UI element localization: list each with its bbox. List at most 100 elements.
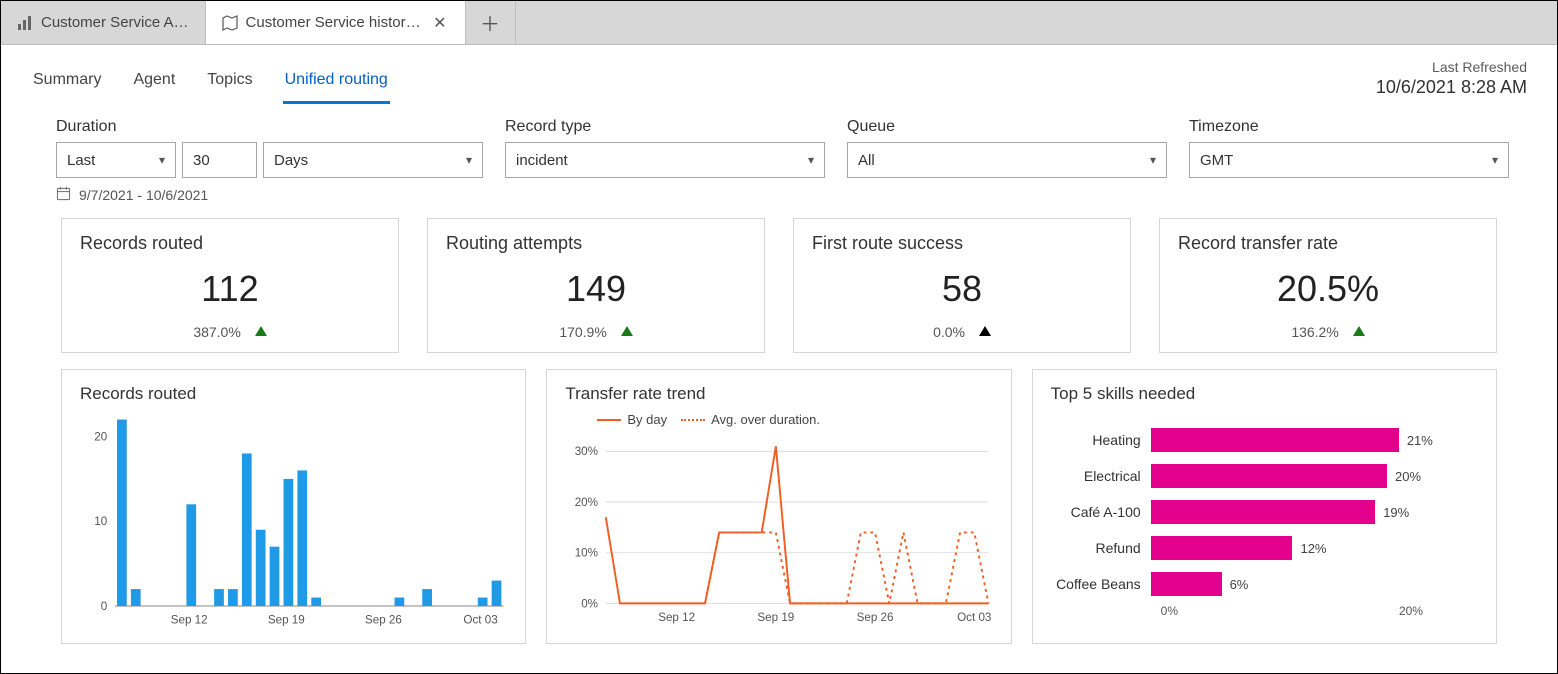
calendar-icon [56,186,71,204]
svg-text:Sep 26: Sep 26 [857,611,894,624]
nav-topics[interactable]: Topics [205,65,254,104]
filter-label: Timezone [1189,118,1509,136]
skill-value: 12% [1292,541,1326,556]
select-value: GMT [1200,152,1233,169]
select-value: incident [516,152,568,169]
last-refreshed-label: Last Refreshed [1376,59,1527,75]
skill-row: Coffee Beans 6% [1051,572,1478,596]
svg-text:10%: 10% [575,547,598,560]
tab-active[interactable]: Customer Service historic… ✕ [206,1,466,44]
svg-text:Sep 26: Sep 26 [365,614,402,627]
svg-text:10: 10 [94,515,107,528]
panel-records-routed-chart: Records routed 0 10 20 Sep 12 Sep 19 Sep 26 Oc… [61,369,526,644]
card-delta: 0.0% [812,324,1112,340]
panel-top-skills: Top 5 skills needed Heating 21% Electrical… [1032,369,1497,644]
skill-row: Heating 21% [1051,428,1478,452]
svg-text:Sep 19: Sep 19 [758,611,795,624]
skill-value: 20% [1387,469,1421,484]
duration-unit-select[interactable]: Days ▾ [263,142,483,178]
line-dotted-icon [681,419,705,421]
skill-label: Heating [1051,432,1151,448]
select-value: Last [67,152,95,169]
analytics-icon [17,15,33,31]
chevron-down-icon: ▾ [1492,153,1498,167]
tab-label: Customer Service A… [41,14,189,31]
chevron-down-icon: ▾ [466,153,472,167]
skill-bar [1151,428,1399,452]
filter-timezone: Timezone GMT ▾ [1189,118,1509,178]
skill-label: Café A-100 [1051,504,1151,520]
skill-value: 6% [1222,577,1249,592]
window-tabstrip: Customer Service A… Customer Service his… [1,1,1557,45]
card-title: Routing attempts [446,233,746,254]
trend-up-icon [979,326,991,336]
trend-up-icon [1353,326,1365,336]
skill-bar [1151,500,1376,524]
record-type-select[interactable]: incident ▾ [505,142,825,178]
nav-agent[interactable]: Agent [131,65,177,104]
svg-text:20: 20 [94,430,107,443]
svg-text:Sep 12: Sep 12 [659,611,696,624]
date-range: 9/7/2021 - 10/6/2021 [1,178,1557,204]
kpi-routing-attempts: Routing attempts 149 170.9% [427,218,765,353]
filter-queue: Queue All ▾ [847,118,1167,178]
queue-select[interactable]: All ▾ [847,142,1167,178]
skills-bar-chart: Heating21%Electrical20%Café A-10019%Refu… [1051,412,1478,596]
kpi-record-transfer-rate: Record transfer rate 20.5% 136.2% [1159,218,1497,353]
skill-value: 19% [1375,505,1409,520]
skill-label: Coffee Beans [1051,576,1151,592]
filter-label: Record type [505,118,825,136]
trend-up-icon [621,326,633,336]
svg-text:0%: 0% [582,597,599,610]
axis-tick: 0% [1161,604,1178,618]
select-value: Days [274,152,308,169]
card-title: First route success [812,233,1112,254]
card-value: 20.5% [1178,268,1478,310]
card-value: 58 [812,268,1112,310]
skill-value: 21% [1399,433,1433,448]
line-solid-icon [597,419,621,421]
filter-label: Queue [847,118,1167,136]
skill-row: Café A-100 19% [1051,500,1478,524]
skill-bar [1151,464,1387,488]
new-tab-button[interactable]: ＋ [466,1,516,44]
kpi-first-route-success: First route success 58 0.0% [793,218,1131,353]
svg-text:Sep 12: Sep 12 [171,614,208,627]
chevron-down-icon: ▾ [1150,153,1156,167]
date-range-text: 9/7/2021 - 10/6/2021 [79,187,208,203]
tab-inactive[interactable]: Customer Service A… [1,1,206,44]
duration-mode-select[interactable]: Last ▾ [56,142,176,178]
nav-unified-routing[interactable]: Unified routing [283,65,390,104]
filter-record-type: Record type incident ▾ [505,118,825,178]
panel-title: Top 5 skills needed [1051,384,1478,404]
svg-text:0: 0 [101,600,108,613]
kpi-records-routed: Records routed 112 387.0% [61,218,399,353]
filter-label: Duration [56,118,483,136]
close-icon[interactable]: ✕ [431,13,448,33]
panel-title: Transfer rate trend [565,384,992,404]
chevron-down-icon: ▾ [159,153,165,167]
legend-item-by-day: By day [597,412,667,427]
timezone-select[interactable]: GMT ▾ [1189,142,1509,178]
axis-tick: 20% [1399,604,1423,618]
svg-text:20%: 20% [575,496,598,509]
trend-up-icon [255,326,267,336]
filter-duration: Duration Last ▾ 30 Days ▾ [56,118,483,178]
select-value: 30 [193,152,210,169]
svg-text:Sep 19: Sep 19 [268,614,305,627]
chevron-down-icon: ▾ [808,153,814,167]
last-refreshed-value: 10/6/2021 8:28 AM [1376,77,1527,98]
last-refreshed: Last Refreshed 10/6/2021 8:28 AM [1376,59,1527,104]
card-delta: 170.9% [446,324,746,340]
duration-num-input[interactable]: 30 [182,142,257,178]
svg-text:Oct 03: Oct 03 [463,614,497,627]
card-title: Record transfer rate [1178,233,1478,254]
skill-label: Electrical [1051,468,1151,484]
chart-legend: By day Avg. over duration. [597,412,992,427]
legend-item-avg: Avg. over duration. [681,412,820,427]
panel-title: Records routed [80,384,507,404]
nav-summary[interactable]: Summary [31,65,103,104]
select-value: All [858,152,875,169]
panel-transfer-rate-trend: Transfer rate trend By day Avg. over dur… [546,369,1011,644]
line-chart: 0%10%20%30%Sep 12Sep 19Sep 26Oct 03 [565,431,992,633]
